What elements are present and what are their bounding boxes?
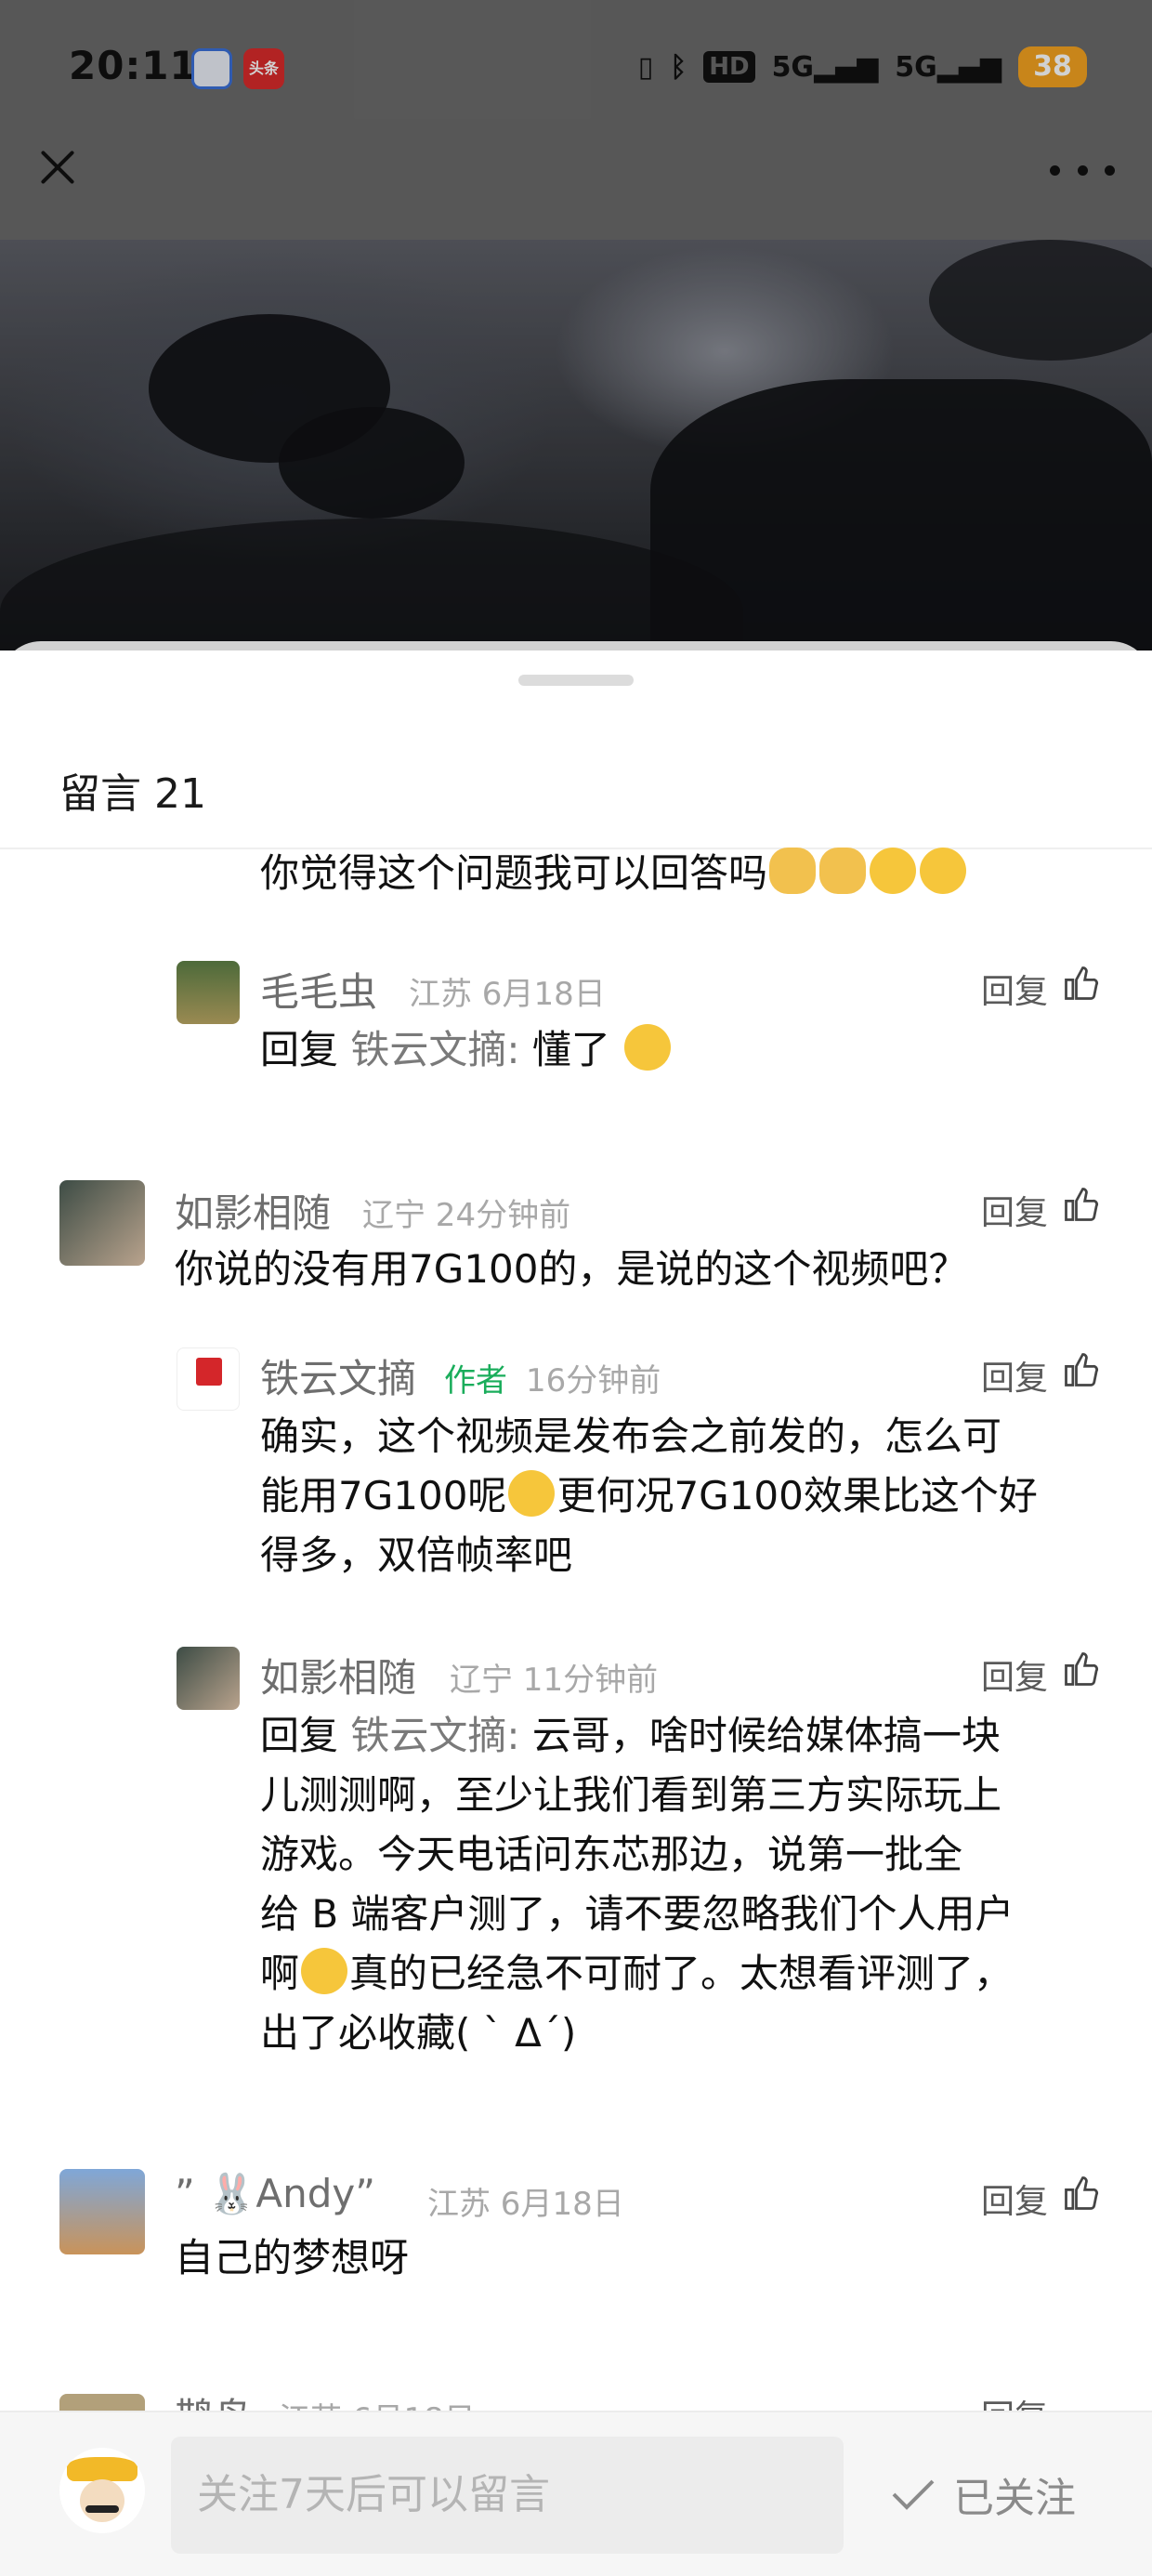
app-notification-icon bbox=[191, 48, 232, 89]
check-icon bbox=[892, 2479, 935, 2510]
status-time: 20:11 bbox=[69, 43, 198, 88]
comment-sheet: 留言 21 bbox=[0, 641, 1152, 2576]
comment-text: 你说的没有用7G100的，是说的这个视频吧？ bbox=[175, 1246, 968, 1292]
comment-input[interactable]: 关注7天后可以留言 bbox=[171, 2437, 844, 2554]
cat-emoji-icon bbox=[769, 848, 817, 894]
comment-meta: 辽宁 11分钟前 bbox=[450, 1662, 659, 1699]
reply-button[interactable]: 回复 bbox=[981, 2175, 1048, 2223]
like-icon[interactable] bbox=[1061, 1649, 1102, 1689]
more-icon[interactable] bbox=[1050, 156, 1115, 184]
close-icon[interactable] bbox=[32, 141, 84, 193]
avatar[interactable] bbox=[177, 961, 240, 1024]
like-icon[interactable] bbox=[1061, 2173, 1102, 2214]
comment-meta: 辽宁 24分钟前 bbox=[362, 1197, 571, 1234]
comment-meta: 江苏 6月18日 bbox=[279, 2394, 476, 2411]
laugh-cry-emoji-icon bbox=[870, 848, 917, 894]
comment-meta: 16分钟前 bbox=[526, 1362, 661, 1400]
comment-author[interactable]: ˮ 🐰Andyˮ bbox=[175, 2171, 375, 2217]
comment-text: 自己的梦想呀 bbox=[175, 2235, 410, 2280]
avatar[interactable] bbox=[59, 2394, 145, 2411]
cat-emoji-icon bbox=[819, 848, 867, 894]
follow-label: 已关注 bbox=[953, 2475, 1076, 2522]
comment-input-bar: 关注7天后可以留言 已关注 bbox=[0, 2411, 1152, 2576]
status-bar: 20:11 头条 ▯ ᛒ HD 5G▂▄▆ 5G▂▄▆ 38 bbox=[0, 0, 1152, 139]
avatar[interactable] bbox=[59, 2169, 145, 2254]
author-badge: 作者 bbox=[444, 1362, 507, 1400]
bluetooth-icon: ᛒ bbox=[670, 50, 687, 84]
video-header-area: 20:11 头条 ▯ ᛒ HD 5G▂▄▆ 5G▂▄▆ 38 bbox=[0, 0, 1152, 651]
comment-meta: 江苏 6月18日 bbox=[409, 976, 606, 1013]
comment-author[interactable]: 如影相随 bbox=[175, 1182, 331, 1239]
like-icon[interactable] bbox=[1061, 1184, 1102, 1225]
comment-text: 回复 铁云文摘: 懂了 bbox=[260, 1020, 673, 1080]
comment-item-partial: 鹊鸟 江苏 6月18日 回复 bbox=[0, 2392, 1152, 2411]
comment-text: 确实，这个视频是发布会之前发的，怎么可 能用7G100呢 更何况7G100效果比这… bbox=[260, 1413, 1038, 1578]
status-indicators: ▯ ᛒ HD 5G▂▄▆ 5G▂▄▆ 38 bbox=[638, 46, 1087, 87]
comment-author[interactable]: 鹊鸟 bbox=[175, 2392, 253, 2411]
comment-author[interactable]: 铁云文摘 bbox=[260, 1347, 416, 1404]
comment-meta: 江苏 6月18日 bbox=[427, 2186, 624, 2223]
laugh-cry-emoji-icon bbox=[508, 1470, 556, 1517]
comments-title: 留言 21 bbox=[59, 770, 206, 818]
user-avatar[interactable] bbox=[59, 2448, 145, 2533]
vibrate-icon: ▯ bbox=[637, 50, 654, 84]
like-icon[interactable] bbox=[1061, 1349, 1102, 1390]
laugh-cry-emoji-icon bbox=[920, 848, 967, 894]
battery-icon: 38 bbox=[1018, 46, 1087, 87]
like-icon[interactable] bbox=[1061, 963, 1102, 1004]
hd-voice-icon: HD bbox=[703, 51, 755, 83]
comment-text: 你觉得这个问题我可以回答吗 bbox=[260, 844, 968, 903]
comment-author[interactable]: 毛毛虫 bbox=[260, 961, 377, 1018]
comment-text: 回复 铁云文摘: 云哥，啥时候给媒体搞一块 儿测测啊，至少让我们看到第三方实际玩… bbox=[260, 1713, 1015, 2056]
reply-button[interactable]: 回复 bbox=[981, 1351, 1048, 1400]
video-thumbnail[interactable] bbox=[0, 240, 1152, 651]
avatar[interactable] bbox=[177, 1347, 240, 1411]
reply-button[interactable]: 回复 bbox=[981, 1186, 1048, 1234]
crying-emoji-icon bbox=[301, 1948, 348, 1994]
grin-emoji-icon bbox=[624, 1024, 672, 1071]
signal-icon-2: 5G▂▄▆ bbox=[895, 50, 1001, 84]
comment-author[interactable]: 如影相随 bbox=[260, 1647, 416, 1703]
reply-button[interactable]: 回复 bbox=[981, 2392, 1048, 2411]
toutiao-notification-icon: 头条 bbox=[243, 48, 284, 89]
avatar[interactable] bbox=[177, 1647, 240, 1710]
avatar[interactable] bbox=[59, 1180, 145, 1266]
follow-button[interactable]: 已关注 bbox=[890, 2464, 1076, 2524]
reply-button[interactable]: 回复 bbox=[981, 965, 1048, 1013]
drag-handle[interactable] bbox=[518, 675, 634, 686]
article-nav-bar bbox=[0, 139, 1152, 242]
signal-icon-1: 5G▂▄▆ bbox=[771, 50, 879, 84]
reply-button[interactable]: 回复 bbox=[981, 1650, 1048, 1699]
